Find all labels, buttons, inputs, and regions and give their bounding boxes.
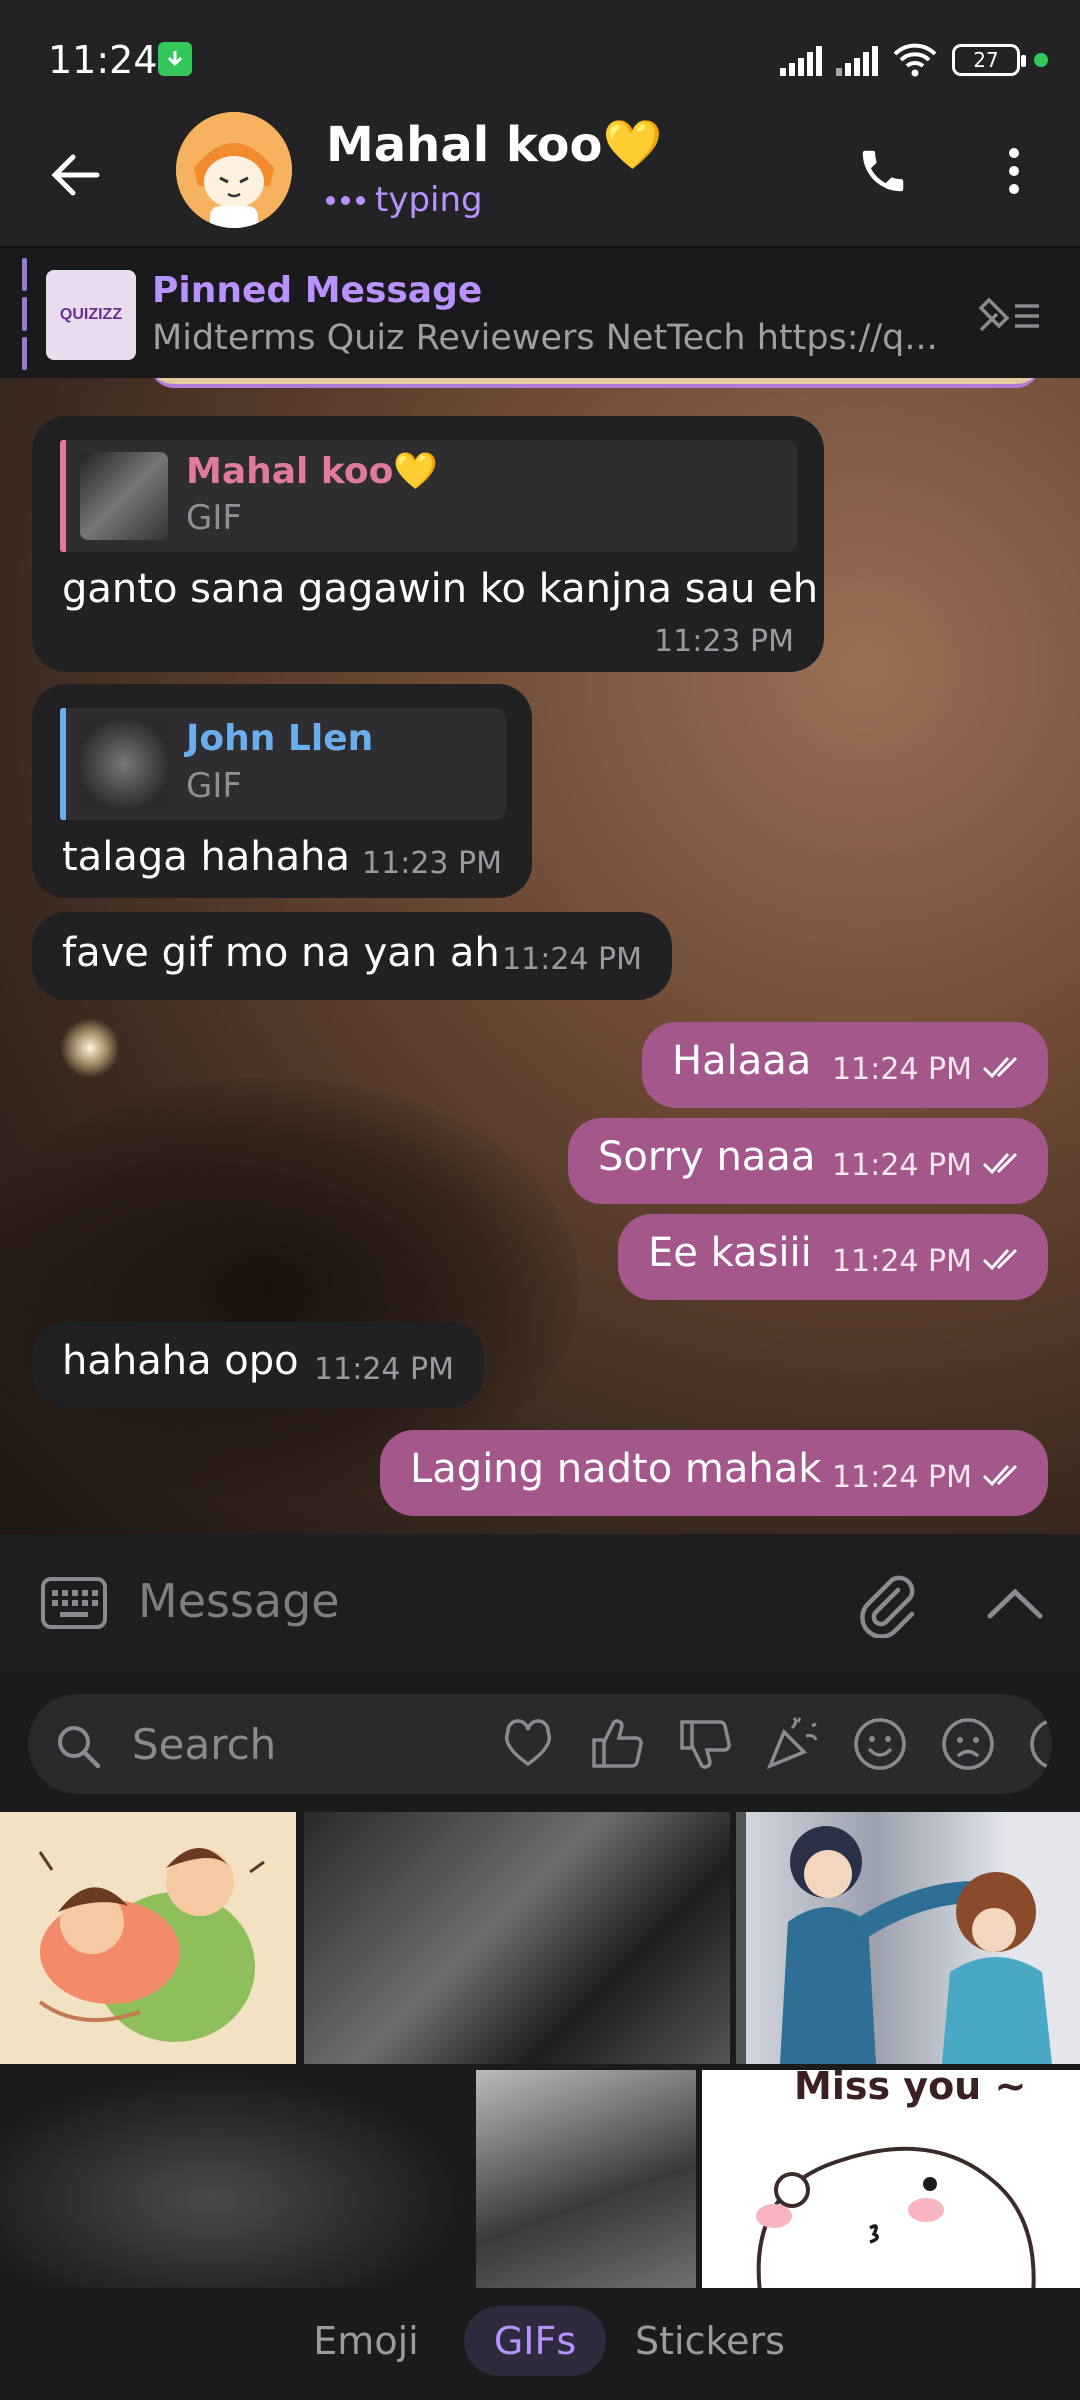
typing-label: typing [375, 180, 483, 220]
keyboard-toggle-button[interactable] [40, 1576, 108, 1630]
search-icon [58, 1726, 101, 1769]
pin-list-icon [978, 297, 1039, 332]
read-receipt-icon [982, 1152, 1018, 1175]
status-icons: 27 [780, 40, 1048, 80]
gif-search-bar[interactable]: Search [28, 1694, 1052, 1794]
sticker-caption: Miss you ~ [794, 2070, 1027, 2108]
expand-panel-button[interactable] [980, 1574, 1050, 1634]
message-text: Halaaa [672, 1038, 812, 1084]
typing-dots-icon [326, 195, 365, 205]
message-bubble-outgoing[interactable]: Laging nadto mahak 11:24 PM [380, 1430, 1048, 1516]
battery-icon: 27 [952, 44, 1026, 76]
phone-icon [862, 150, 904, 192]
gif-result[interactable] [0, 1812, 296, 2064]
wifi-icon [893, 43, 937, 77]
message-time: 11:24 PM [832, 1244, 972, 1279]
gif-result[interactable] [736, 1812, 1080, 2064]
message-time: 11:24 PM [832, 1052, 972, 1087]
gif-result-sticker[interactable]: Miss you ~ [702, 2070, 1080, 2306]
read-receipt-icon [982, 1056, 1018, 1079]
attach-button[interactable] [852, 1568, 922, 1639]
tab-stickers[interactable]: Stickers [630, 2306, 790, 2376]
wallpaper-light [60, 1018, 120, 1078]
thumbs-down-icon[interactable] [674, 1714, 734, 1774]
reply-type: GIF [186, 498, 242, 538]
pinned-thumbnail: QUIZIZZ [46, 270, 136, 360]
arrow-left-icon [51, 154, 100, 196]
signal-icon [780, 44, 822, 76]
read-receipt-icon [982, 1248, 1018, 1271]
gif-result[interactable] [476, 2070, 696, 2306]
chevron-up-icon [987, 1588, 1043, 1619]
message-bubble-outgoing[interactable]: Halaaa 11:24 PM [642, 1022, 1048, 1108]
read-receipt-icon [982, 1464, 1018, 1487]
gif-result[interactable] [0, 2070, 470, 2306]
message-text: talaga hahaha [62, 834, 351, 880]
message-bubble-incoming[interactable]: hahaha opo 11:24 PM [32, 1322, 484, 1408]
gif-result[interactable] [304, 1812, 730, 2064]
message-bubble-incoming[interactable]: Mahal koo💛 GIF ganto sana gagawin ko kan… [32, 416, 824, 672]
message-text: ganto sana gagawin ko kanjna sau eh [62, 566, 819, 612]
message-bubble-outgoing[interactable]: Sorry naaa 11:24 PM [568, 1118, 1048, 1204]
reply-type: GIF [186, 766, 242, 806]
pinned-indicator [22, 258, 27, 370]
pinned-list-button[interactable] [974, 288, 1044, 344]
reply-gif-thumbnail [80, 452, 168, 540]
gif-search-input[interactable]: Search [132, 1720, 276, 1769]
reply-sender: Mahal koo💛 [186, 451, 439, 492]
message-time: 11:24 PM [832, 1148, 972, 1183]
sad-icon[interactable] [938, 1714, 998, 1774]
tab-gifs[interactable]: GIFs [464, 2306, 606, 2376]
download-notification-icon [158, 42, 192, 76]
pinned-message-bar[interactable]: QUIZIZZ Pinned Message Midterms Quiz Rev… [0, 246, 1080, 378]
message-time: 11:23 PM [362, 846, 502, 881]
message-composer: Message [0, 1534, 1080, 1672]
pinned-text: Midterms Quiz Reviewers NetTech https://… [152, 318, 938, 358]
message-time: 11:24 PM [832, 1460, 972, 1495]
reply-preview[interactable]: Mahal koo💛 GIF [60, 440, 798, 552]
status-bar: 11:24 27 [0, 0, 1080, 110]
chat-header: Mahal koo💛 typing [0, 110, 1080, 246]
signal-2-icon [836, 44, 878, 76]
message-text: fave gif mo na yan ah [62, 930, 500, 976]
thumbs-up-icon[interactable] [586, 1714, 646, 1774]
message-text: Sorry naaa [598, 1134, 816, 1180]
call-button[interactable] [846, 134, 920, 208]
more-vertical-icon [1009, 148, 1019, 194]
more-category-icon[interactable] [1026, 1714, 1052, 1774]
message-text: Laging nadto mahak [410, 1446, 822, 1492]
reply-sender: John Llen [186, 718, 374, 759]
message-input[interactable]: Message [138, 1574, 340, 1628]
more-options-button[interactable] [984, 134, 1044, 208]
typing-status: typing [326, 180, 483, 220]
back-button[interactable] [40, 140, 110, 210]
message-time: 11:23 PM [654, 624, 794, 659]
message-bubble-incoming[interactable]: fave gif mo na yan ah 11:24 PM [32, 912, 672, 1000]
reply-preview[interactable]: John Llen GIF [60, 708, 506, 820]
paperclip-icon [860, 1575, 915, 1639]
party-icon[interactable] [762, 1714, 822, 1774]
camera-indicator-dot [1034, 53, 1048, 67]
heart-icon[interactable] [498, 1714, 558, 1774]
contact-name[interactable]: Mahal koo💛 [326, 116, 662, 173]
smile-icon[interactable] [850, 1714, 910, 1774]
status-time: 11:24 [48, 38, 158, 82]
message-bubble-outgoing[interactable]: Ee kasiii 11:24 PM [618, 1214, 1048, 1300]
message-text: hahaha opo [62, 1338, 299, 1384]
gif-panel: Search Miss you ~ Emoji GIFs Stickers [0, 1672, 1080, 2400]
avatar[interactable] [176, 112, 292, 228]
quizizz-logo: QUIZIZZ [59, 306, 123, 323]
previous-gif-edge [150, 378, 1040, 388]
message-text: Ee kasiii [648, 1230, 812, 1276]
pinned-title: Pinned Message [152, 270, 483, 311]
chat-area[interactable]: Mahal koo💛 GIF ganto sana gagawin ko kan… [0, 378, 1080, 1534]
message-time: 11:24 PM [314, 1352, 454, 1387]
keyboard-icon [41, 1577, 107, 1629]
message-time: 11:24 PM [502, 942, 642, 977]
message-bubble-incoming[interactable]: John Llen GIF talaga hahaha 11:23 PM [32, 684, 532, 898]
tab-emoji[interactable]: Emoji [296, 2306, 436, 2376]
reply-gif-thumbnail [80, 720, 168, 808]
panel-tabs: Emoji GIFs Stickers [0, 2288, 1080, 2392]
